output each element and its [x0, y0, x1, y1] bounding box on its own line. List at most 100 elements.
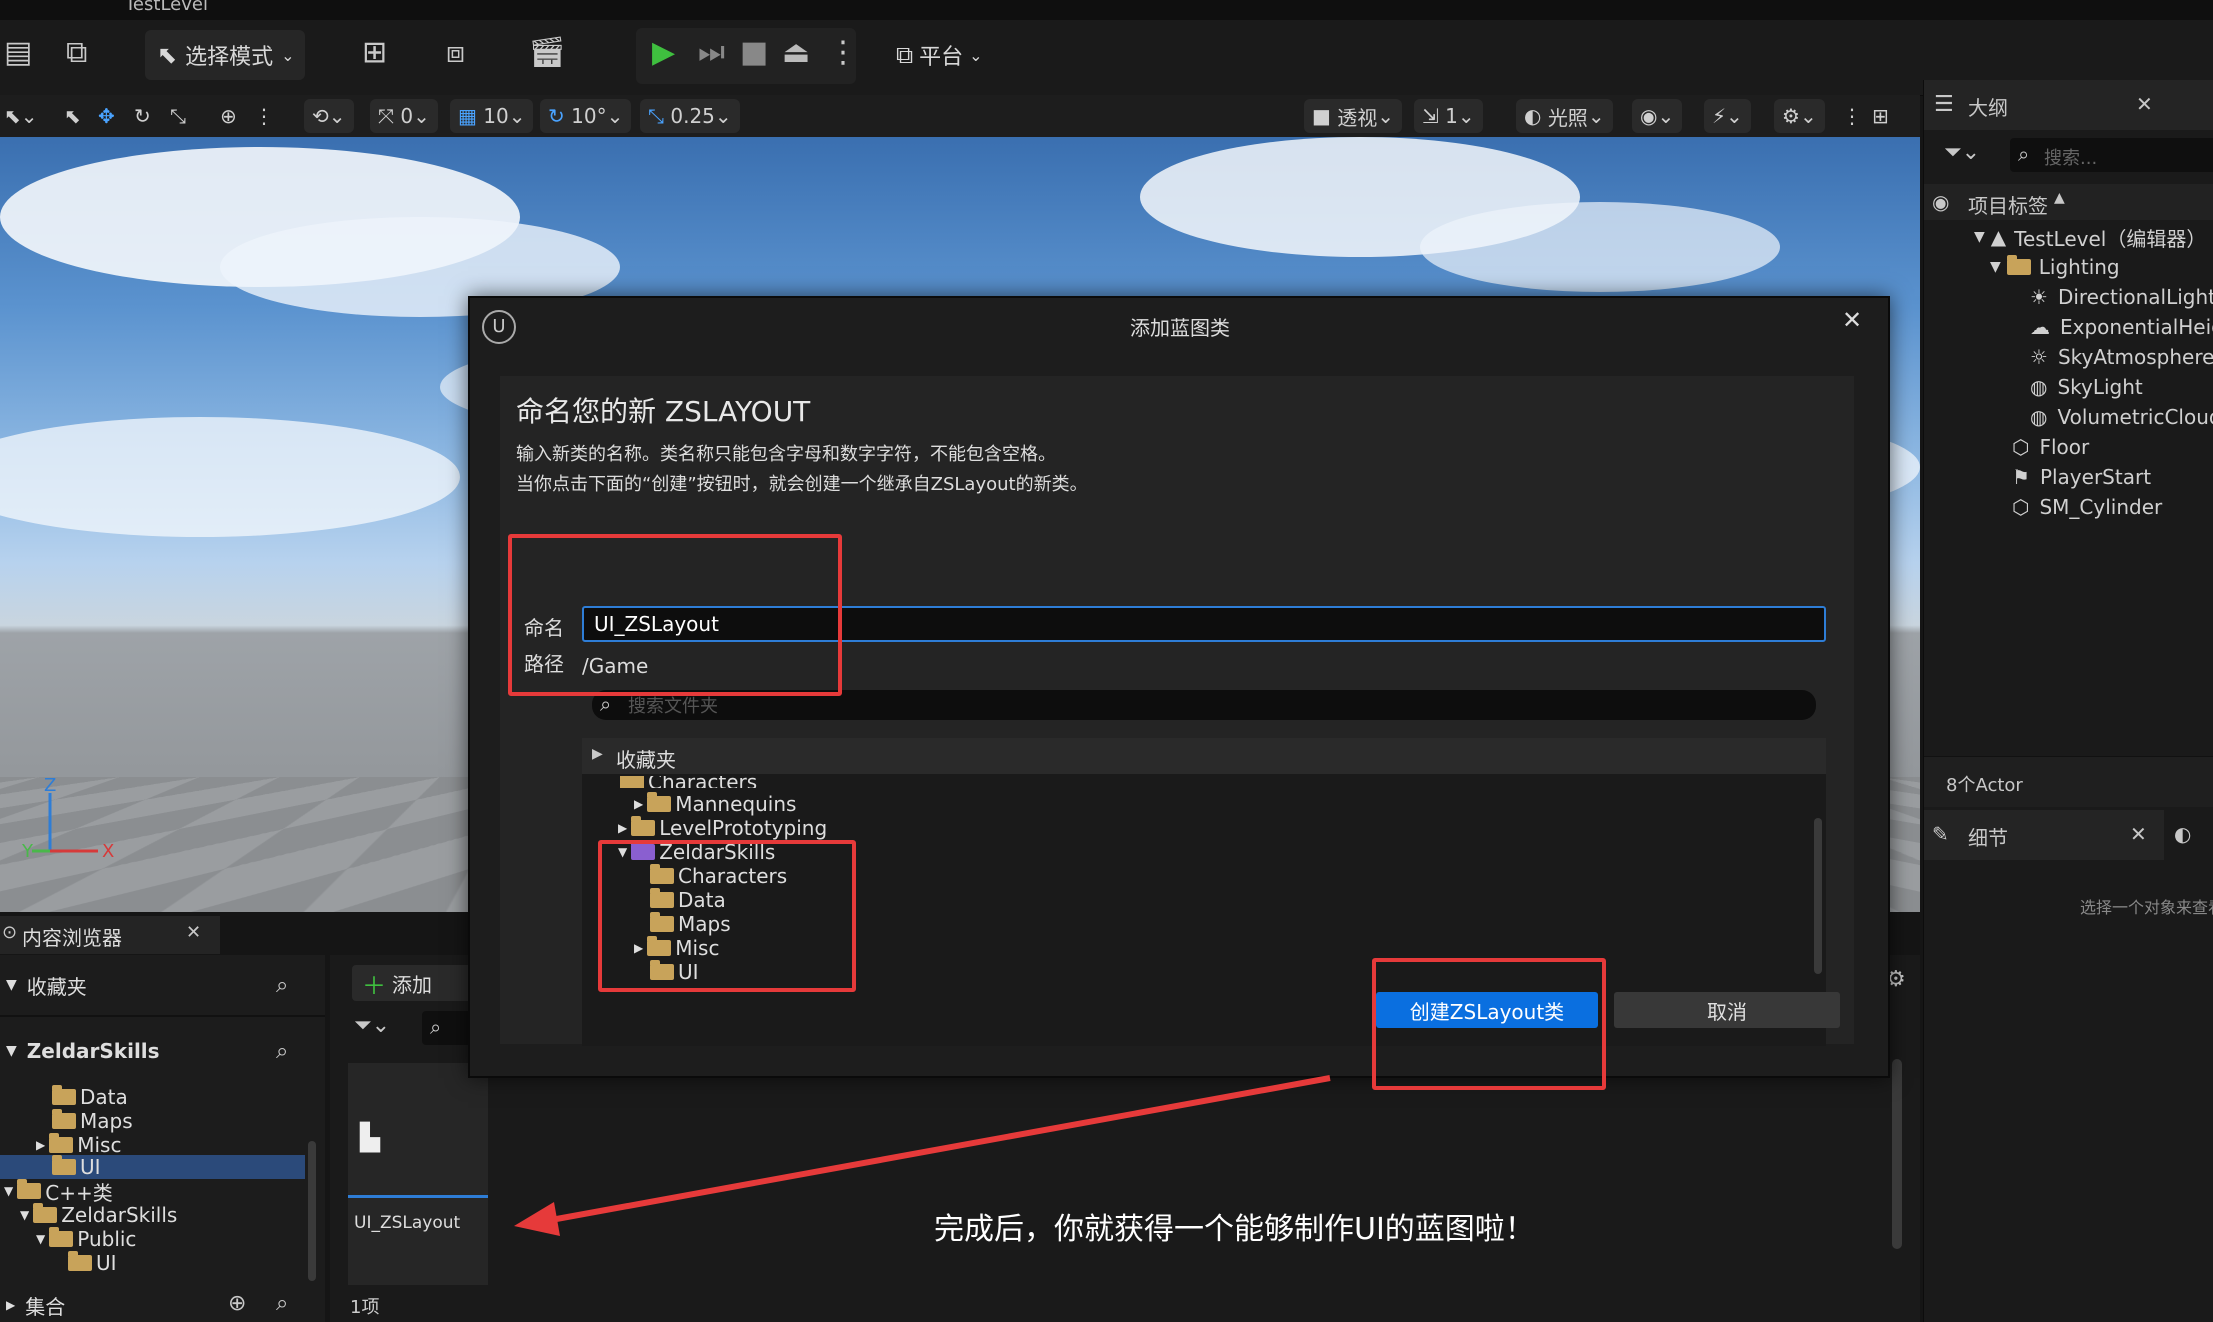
world-icon[interactable]: ⊕ [220, 95, 237, 137]
chevron-down-icon: ⌄ [969, 45, 983, 65]
outliner-search[interactable]: ⌕ 搜索... [2010, 138, 2213, 172]
mode-label: 选择模式 [185, 45, 274, 70]
outliner-row[interactable]: ▼ Lighting [1924, 252, 2213, 282]
tree-item[interactable]: Characters [620, 776, 757, 788]
folder-icon [620, 776, 644, 788]
camera-speed-menu[interactable]: ⇲ 1 ⌄ [1414, 99, 1483, 133]
cancel-button-label: 取消 [1707, 999, 1747, 1024]
camera-speed-value: 1 [1445, 104, 1458, 128]
filter-icon[interactable]: ⏷⌄ [1944, 140, 1980, 165]
view-mode-menu[interactable]: ■ 透视 ⌄ [1304, 99, 1403, 133]
asset-tile[interactable]: ▙ UI_ZSLayout [348, 1063, 488, 1285]
outliner-row[interactable]: ⬡ SM_Cylinder [1924, 492, 2213, 522]
cancel-button[interactable]: 取消 [1614, 992, 1840, 1028]
tree-item[interactable]: Data [52, 1085, 128, 1109]
chevron-down-icon: ⌄ [281, 45, 295, 65]
add-collection-icon[interactable]: ⊕ [228, 1291, 246, 1316]
tree-item-label: Characters [648, 776, 758, 788]
more-options-icon[interactable]: ⋮ [828, 38, 858, 68]
select-icon[interactable]: ⬉ [64, 95, 81, 137]
add-actor-icon[interactable]: ⊞ [362, 38, 387, 68]
search-icon[interactable]: ⌕ [276, 973, 288, 998]
realtime-menu[interactable]: ⚡ ⌄ [1704, 99, 1751, 133]
folder-icon [52, 1085, 76, 1105]
layout-icon[interactable]: ⊞ [1872, 95, 1889, 137]
outliner-tab[interactable]: ☰ 大纲 ✕ [1924, 80, 2213, 130]
outliner-row[interactable]: ⚑ PlayerStart [1924, 462, 2213, 492]
collections-header[interactable]: ▶ 集合 [6, 1293, 65, 1319]
tree-item[interactable]: Maps [52, 1109, 133, 1133]
tree-item-label: Mannequins [675, 792, 797, 816]
collapsed-icon: ▶ [618, 821, 628, 835]
eject-icon[interactable]: ⏏ [782, 38, 810, 68]
settings-menu[interactable]: ⚙ ⌄ [1774, 99, 1825, 133]
view-mode-label: 透视 [1337, 105, 1378, 130]
source-control-icon[interactable]: ⧉ [66, 38, 87, 68]
outliner-item-label: Lighting [2038, 255, 2120, 279]
outliner-row[interactable]: ☁ ExponentialHeig [1924, 312, 2213, 342]
save-icon[interactable]: ▤ [4, 38, 32, 68]
expand-icon: ▼ [1974, 229, 1985, 245]
column-label[interactable]: 项目标签 [1968, 190, 2048, 219]
move-icon[interactable]: ✥ [98, 95, 115, 137]
lighting-menu[interactable]: ◐ 光照 ⌄ [1516, 99, 1613, 133]
add-button[interactable]: ＋ 添加 [352, 965, 472, 1001]
tree-scrollbar[interactable] [1814, 818, 1822, 974]
grid-snap[interactable]: ▦ 10 ⌄ [450, 99, 534, 133]
scale-icon[interactable]: ⤡ [170, 95, 186, 137]
scale-snap[interactable]: ⤡ 0.25 ⌄ [640, 99, 740, 133]
outliner-row[interactable]: ▼ ▲ TestLevel（编辑器） [1924, 222, 2213, 252]
close-icon[interactable]: ✕ [186, 922, 201, 943]
outliner-row[interactable]: ◍ VolumetricCloud [1924, 402, 2213, 432]
tree-item[interactable]: ▶ LevelPrototyping [618, 816, 827, 840]
rotate-snap[interactable]: ⤧ 0 ⌄ [370, 99, 438, 133]
outliner-row[interactable]: ☼ SkyAtmosphere [1924, 342, 2213, 372]
close-icon[interactable]: ✕ [2130, 822, 2147, 846]
favorites-header[interactable]: ▼ 收藏夹 [6, 973, 87, 999]
stop-icon[interactable]: ■ [740, 38, 768, 68]
tree-item[interactable]: UI [68, 1251, 117, 1275]
lighting-icon: ◐ [1524, 104, 1542, 128]
filter-icon[interactable]: ⏷⌄ [354, 1013, 390, 1038]
blueprint-icon[interactable]: ⧈ [446, 38, 465, 68]
tree-item[interactable]: ▶ Misc [36, 1133, 121, 1157]
play-icon[interactable]: ▶ [652, 38, 675, 68]
transform-mode-icon[interactable]: ⬉⌄ [4, 95, 38, 137]
asset-scrollbar[interactable] [1892, 1059, 1902, 1249]
scrollbar[interactable] [308, 1141, 316, 1281]
level-tab[interactable]: TestLevel [125, 0, 208, 15]
favorites-row[interactable]: ▶ 收藏夹 [582, 738, 1826, 774]
cinematics-icon[interactable]: 🎬︎ [528, 38, 566, 68]
platform-menu[interactable]: ⧉ 平台 ⌄ [896, 30, 1006, 80]
more-icon[interactable]: ⋮ [254, 95, 274, 137]
tree-item[interactable]: ▼ Public [36, 1227, 136, 1251]
globe-icon[interactable]: ◐ [2174, 822, 2191, 846]
rotate-icon[interactable]: ↻ [134, 95, 151, 137]
tree-item[interactable]: ▼ C++类 [4, 1179, 113, 1205]
content-browser-tab[interactable]: ⊙ 内容浏览器 ✕ [0, 916, 220, 954]
outliner-icon: ☰ [1934, 92, 1954, 117]
outliner-row[interactable]: ◍ SkyLight [1924, 372, 2213, 402]
search-icon[interactable]: ⌕ [276, 1291, 288, 1316]
close-icon[interactable]: ✕ [2136, 92, 2153, 116]
close-icon[interactable]: ✕ [1842, 306, 1862, 334]
tree-item[interactable]: ▶ Mannequins [634, 792, 796, 816]
mode-select[interactable]: ⬉ 选择模式 ⌄ [145, 30, 305, 80]
content-browser-title: 内容浏览器 [22, 926, 122, 950]
step-icon[interactable]: ⏭ [698, 38, 725, 68]
expand-icon: ▼ [1990, 259, 2001, 275]
more-icon[interactable]: ⋮ [1842, 95, 1862, 137]
show-menu[interactable]: ◉ ⌄ [1632, 99, 1683, 133]
tree-item-selected[interactable]: UI [52, 1155, 101, 1179]
folder-icon [631, 816, 656, 836]
surface-snap[interactable]: ⟲ ⌄ [304, 99, 354, 133]
details-tab[interactable]: ✎ 细节 ✕ [1924, 810, 2164, 860]
camera-speed-icon: ⇲ [1422, 104, 1439, 128]
outliner-row[interactable]: ⬡ Floor [1924, 432, 2213, 462]
eye-icon[interactable]: ◉ [1932, 190, 1949, 214]
angle-snap[interactable]: ↻ 10° ⌄ [540, 99, 632, 133]
outliner-row[interactable]: ☀ DirectionalLight [1924, 282, 2213, 312]
tree-item[interactable]: ▼ ZeldarSkills [20, 1203, 177, 1227]
root-header[interactable]: ▼ ZeldarSkills [6, 1039, 160, 1063]
search-icon[interactable]: ⌕ [276, 1039, 288, 1064]
